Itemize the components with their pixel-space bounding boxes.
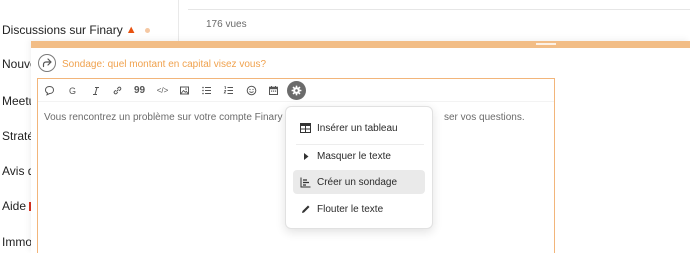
gear-icon [291,85,302,96]
link-button[interactable] [109,82,126,99]
menu-item-label: Masquer le texte [317,150,391,162]
bullet-list-button[interactable] [198,82,215,99]
menu-item-insert-table[interactable]: Insérer un tableau [293,116,425,140]
upload-image-button[interactable] [176,82,193,99]
topic-views: 176 vues [206,19,247,30]
pencil-icon [300,204,311,215]
smiley-icon [246,85,257,96]
options-gear-button[interactable] [287,81,306,100]
image-icon [180,86,189,95]
reply-topic-title[interactable]: Sondage: quel montant en capital visez v… [62,59,266,70]
editor-text-tail: ser vos questions. [444,112,525,123]
calendar-icon [269,86,278,96]
bold-label: G [68,85,76,96]
menu-item-label: Créer un sondage [317,176,398,188]
bold-button[interactable]: G [64,82,81,99]
code-button[interactable]: </> [154,82,171,99]
share-arrow-icon [42,58,52,68]
menu-item-label: Insérer un tableau [317,122,398,134]
chart-icon [300,177,311,188]
sidebar-item-label: Aide [2,199,27,213]
sidebar-item-discussions[interactable]: Discussions sur Finary ▲ [2,23,150,37]
menu-item-create-poll[interactable]: Créer un sondage [293,170,425,194]
blockquote-button[interactable]: 99 [131,82,148,99]
editor-text-visible: Vous rencontrez un problème sur votre co… [44,112,291,123]
toolbar-options-menu: Insérer un tableau Masquer le texte Crée… [285,106,433,229]
grip-handle-icon[interactable] [536,43,556,45]
numbered-list-icon [223,86,233,94]
emoji-button[interactable] [243,82,260,99]
numbered-list-button[interactable] [220,82,237,99]
unread-dot [144,27,150,33]
code-label: </> [156,86,169,95]
link-icon [113,86,122,95]
blockquote-label: 99 [133,85,146,96]
menu-item-blur-text[interactable]: Flouter le texte [293,197,425,221]
bullet-list-icon [202,86,211,95]
italic-button[interactable] [87,82,104,99]
composer-resize-grip[interactable] [31,41,690,48]
reply-action-button[interactable] [38,54,56,72]
insert-date-button[interactable] [265,82,282,99]
fire-icon: ▲ [125,24,137,36]
triangle-right-icon [300,151,311,162]
table-icon [300,123,311,134]
menu-item-hide-text[interactable]: Masquer le texte [293,144,425,168]
italic-icon [92,86,99,95]
column-divider [178,0,179,44]
screen: Discussions sur Finary ▲ Nouvel Meetup S… [0,0,690,253]
sidebar-item-label: Discussions sur Finary [2,23,123,37]
topic-divider [188,9,690,10]
menu-item-label: Flouter le texte [317,203,384,215]
quote-reply-button[interactable] [41,82,58,99]
speech-bubble-icon [44,85,55,96]
editor-toolbar: G 99 </> [38,79,554,102]
